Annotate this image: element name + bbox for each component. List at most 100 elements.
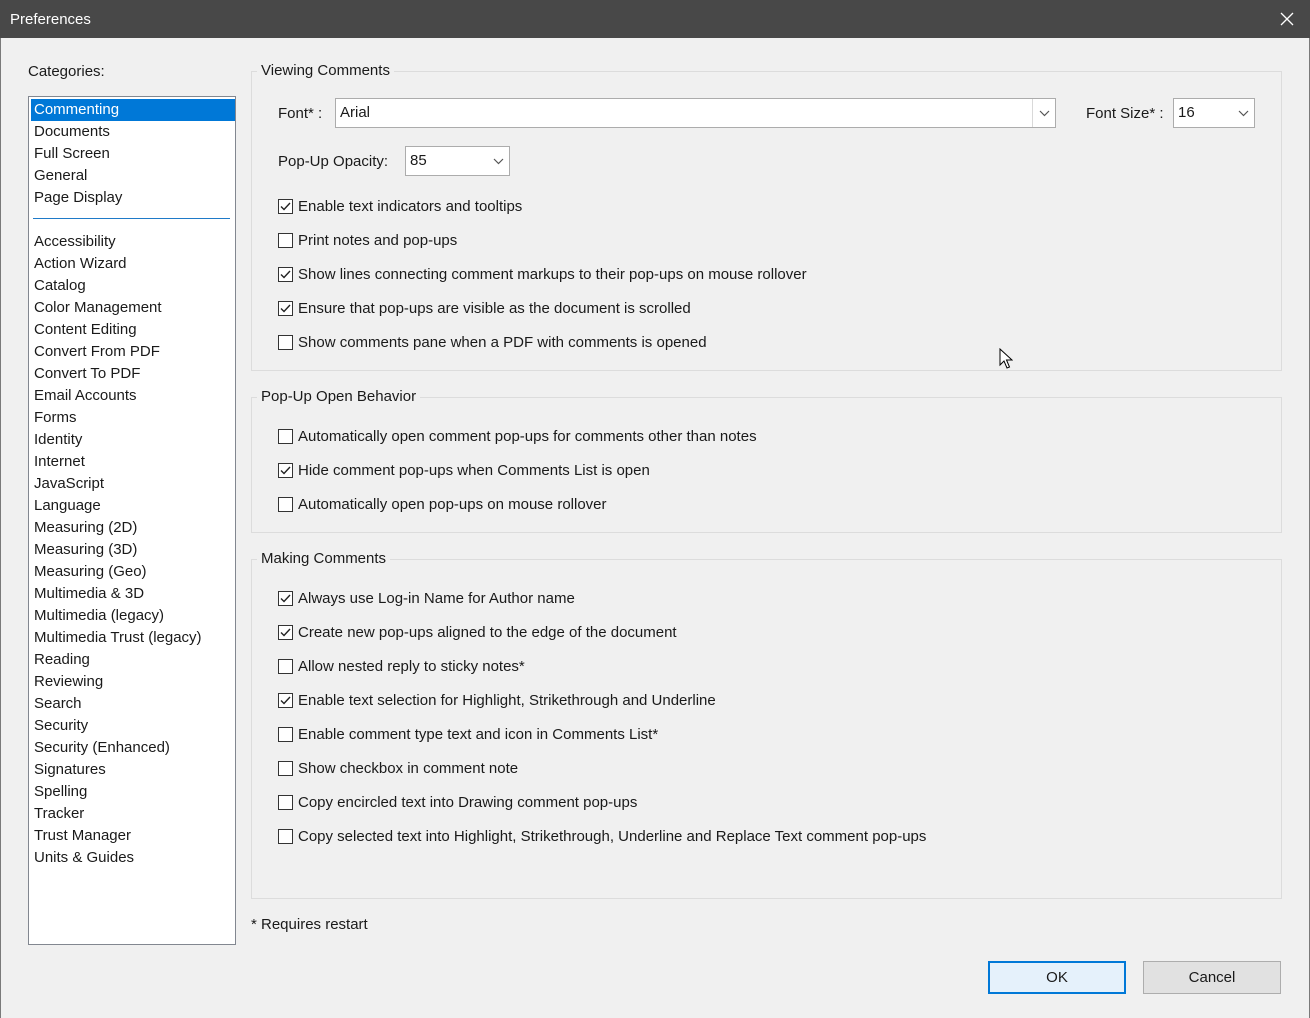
category-commenting[interactable]: Commenting [31, 99, 235, 121]
font-dropdown-button[interactable] [1033, 99, 1055, 127]
checkbox-show-checkbox-note[interactable]: Show checkbox in comment note [278, 758, 518, 778]
checkbox-enable-text-indicators[interactable]: Enable text indicators and tooltips [278, 196, 522, 216]
checkbox-box[interactable] [278, 462, 293, 478]
checkbox-box[interactable] [278, 624, 293, 640]
checkbox-open-on-rollover[interactable]: Automatically open pop-ups on mouse roll… [278, 494, 607, 514]
font-size-label: Font Size* : [1086, 105, 1164, 122]
category-forms[interactable]: Forms [31, 407, 235, 429]
category-action-wizard[interactable]: Action Wizard [31, 253, 235, 275]
checkbox-label: Enable comment type text and icon in Com… [298, 725, 659, 743]
opacity-select[interactable]: 85 [405, 146, 510, 176]
category-reading[interactable]: Reading [31, 649, 235, 671]
category-security-enhanced[interactable]: Security (Enhanced) [31, 737, 235, 759]
window-border-left [0, 38, 1, 1018]
checkbox-label: Ensure that pop-ups are visible as the d… [298, 299, 691, 317]
category-measuring-3d[interactable]: Measuring (3D) [31, 539, 235, 561]
opacity-value: 85 [410, 152, 427, 169]
popup-behavior-title: Pop-Up Open Behavior [257, 388, 421, 406]
category-content-editing[interactable]: Content Editing [31, 319, 235, 341]
categories-label: Categories: [28, 63, 105, 80]
category-documents[interactable]: Documents [31, 121, 235, 143]
categories-list[interactable]: Commenting Documents Full Screen General… [28, 96, 236, 945]
category-catalog[interactable]: Catalog [31, 275, 235, 297]
category-multimedia-3d[interactable]: Multimedia & 3D [31, 583, 235, 605]
category-measuring-2d[interactable]: Measuring (2D) [31, 517, 235, 539]
category-reviewing[interactable]: Reviewing [31, 671, 235, 693]
category-general[interactable]: General [31, 165, 235, 187]
category-convert-from-pdf[interactable]: Convert From PDF [31, 341, 235, 363]
category-identity[interactable]: Identity [31, 429, 235, 451]
checkbox-box[interactable] [278, 198, 293, 214]
checkbox-box[interactable] [278, 496, 293, 512]
category-language[interactable]: Language [31, 495, 235, 517]
ok-button[interactable]: OK [988, 961, 1126, 994]
category-measuring-geo[interactable]: Measuring (Geo) [31, 561, 235, 583]
checkbox-show-lines-connecting[interactable]: Show lines connecting comment markups to… [278, 264, 807, 284]
checkbox-text-selection-highlight[interactable]: Enable text selection for Highlight, Str… [278, 690, 716, 710]
checkbox-box[interactable] [278, 760, 293, 776]
category-color-management[interactable]: Color Management [31, 297, 235, 319]
font-select[interactable]: Arial [335, 98, 1056, 128]
window-title: Preferences [10, 11, 91, 28]
category-page-display[interactable]: Page Display [31, 187, 235, 209]
category-trust-manager[interactable]: Trust Manager [31, 825, 235, 847]
category-convert-to-pdf[interactable]: Convert To PDF [31, 363, 235, 385]
opacity-label: Pop-Up Opacity: [278, 153, 389, 170]
checkbox-align-popups-edge[interactable]: Create new pop-ups aligned to the edge o… [278, 622, 677, 642]
opacity-dropdown-button[interactable] [487, 147, 509, 175]
font-select-value: Arial [340, 104, 371, 121]
category-security[interactable]: Security [31, 715, 235, 737]
checkbox-box[interactable] [278, 232, 293, 248]
checkbox-copy-encircled-text[interactable]: Copy encircled text into Drawing comment… [278, 792, 637, 812]
checkbox-box[interactable] [278, 266, 293, 282]
checkbox-label: Show lines connecting comment markups to… [298, 265, 807, 283]
checkbox-box[interactable] [278, 726, 293, 742]
checkbox-label: Automatically open comment pop-ups for c… [298, 427, 757, 445]
category-internet[interactable]: Internet [31, 451, 235, 473]
font-size-dropdown-button[interactable] [1232, 99, 1254, 127]
checkbox-label: Show checkbox in comment note [298, 759, 519, 777]
title-bar: Preferences [0, 0, 1310, 38]
font-size-select[interactable]: 16 [1173, 98, 1255, 128]
checkbox-label: Enable text indicators and tooltips [298, 197, 523, 215]
checkbox-box[interactable] [278, 590, 293, 606]
close-button[interactable] [1264, 0, 1310, 38]
checkbox-box[interactable] [278, 828, 293, 844]
checkbox-hide-popups-list-open[interactable]: Hide comment pop-ups when Comments List … [278, 460, 650, 480]
checkbox-nested-reply[interactable]: Allow nested reply to sticky notes* [278, 656, 525, 676]
category-accessibility[interactable]: Accessibility [31, 231, 235, 253]
category-multimedia-legacy[interactable]: Multimedia (legacy) [31, 605, 235, 627]
category-full-screen[interactable]: Full Screen [31, 143, 235, 165]
category-units-guides[interactable]: Units & Guides [31, 847, 235, 869]
checkbox-show-comments-pane[interactable]: Show comments pane when a PDF with comme… [278, 332, 707, 352]
checkbox-label: Automatically open pop-ups on mouse roll… [298, 495, 607, 513]
category-javascript[interactable]: JavaScript [31, 473, 235, 495]
checkbox-box[interactable] [278, 334, 293, 350]
cancel-button[interactable]: Cancel [1143, 961, 1281, 994]
category-signatures[interactable]: Signatures [31, 759, 235, 781]
checkbox-auto-open-popups[interactable]: Automatically open comment pop-ups for c… [278, 426, 757, 446]
checkbox-use-login-name[interactable]: Always use Log-in Name for Author name [278, 588, 575, 608]
checkmark-icon [280, 594, 291, 603]
checkbox-box[interactable] [278, 300, 293, 316]
category-multimedia-trust-legacy[interactable]: Multimedia Trust (legacy) [31, 627, 235, 649]
checkbox-box[interactable] [278, 428, 293, 444]
checkbox-label: Enable text selection for Highlight, Str… [298, 691, 716, 709]
checkbox-ensure-popups-visible[interactable]: Ensure that pop-ups are visible as the d… [278, 298, 691, 318]
checkmark-icon [280, 270, 291, 279]
checkbox-print-notes[interactable]: Print notes and pop-ups [278, 230, 457, 250]
category-email-accounts[interactable]: Email Accounts [31, 385, 235, 407]
checkbox-box[interactable] [278, 692, 293, 708]
chevron-down-icon [493, 158, 503, 164]
checkbox-box[interactable] [278, 794, 293, 810]
checkbox-box[interactable] [278, 658, 293, 674]
checkbox-label: Copy encircled text into Drawing comment… [298, 793, 638, 811]
category-tracker[interactable]: Tracker [31, 803, 235, 825]
category-search[interactable]: Search [31, 693, 235, 715]
making-comments-title: Making Comments [257, 550, 391, 568]
checkbox-comment-type-icon[interactable]: Enable comment type text and icon in Com… [278, 724, 658, 744]
category-spelling[interactable]: Spelling [31, 781, 235, 803]
checkmark-icon [280, 696, 291, 705]
chevron-down-icon [1238, 110, 1248, 116]
checkbox-copy-selected-text[interactable]: Copy selected text into Highlight, Strik… [278, 826, 926, 846]
